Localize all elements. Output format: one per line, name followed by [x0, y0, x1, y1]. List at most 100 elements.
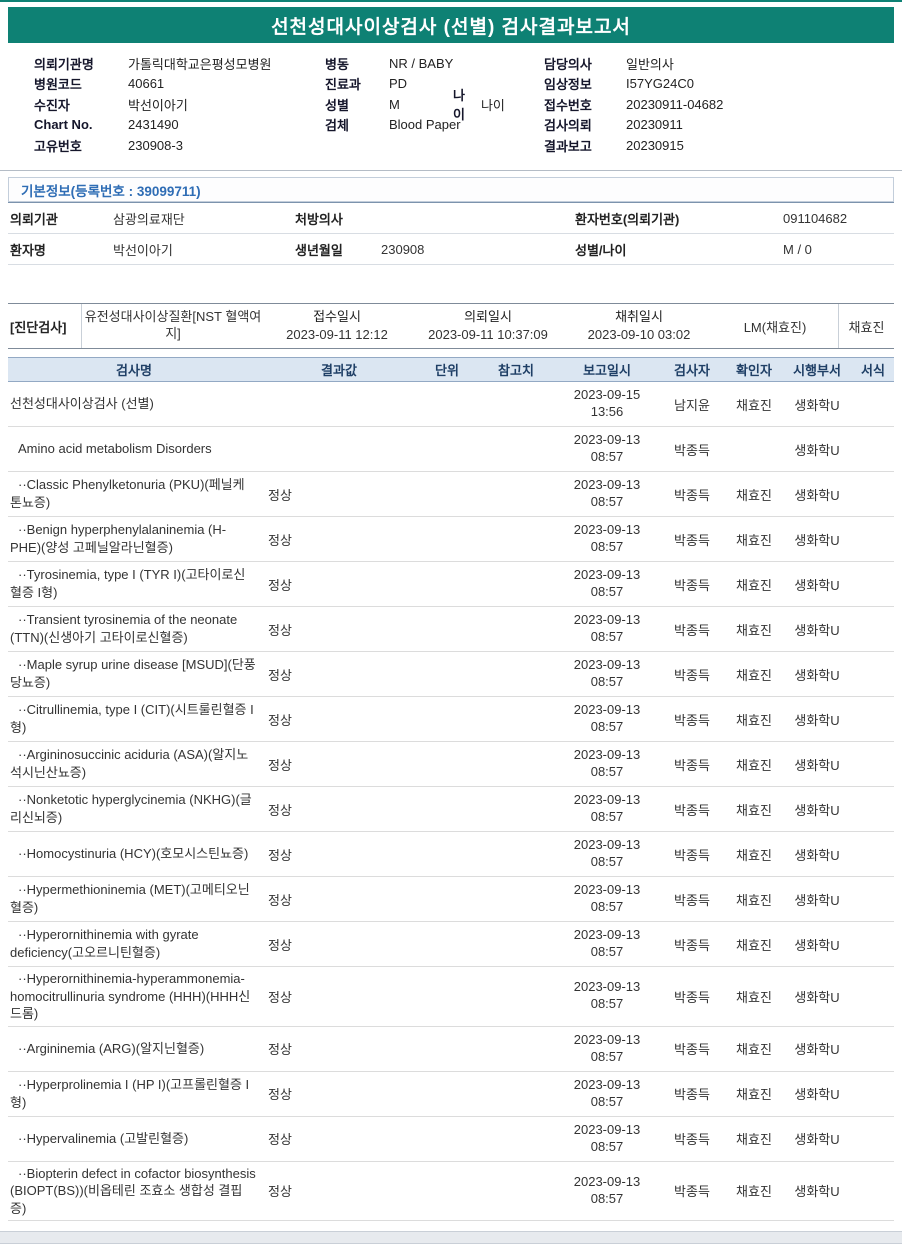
results-header-cell: 단위: [435, 363, 459, 378]
report-datetime-cell: 2023-09-13 08:57: [556, 927, 658, 961]
info-row: 고유번호 230908-3: [34, 136, 319, 155]
report-date: 2023-09-13: [573, 792, 641, 808]
collector-name: 채효진: [838, 304, 894, 348]
info-field-value: 박선이아기: [128, 97, 188, 113]
patient-info-middle-column: 병동 NR / BABY 진료과 PD 성별 M 나이 나이 검체 Blood Paper: [319, 52, 544, 156]
test-name-cell: ··Argininosuccinic aciduria (ASA)(알지노석시닌…: [10, 747, 249, 780]
report-date: 2023-09-13: [573, 882, 641, 898]
info-field-label: 임상정보: [544, 77, 592, 92]
basic-field-label: 환자명: [10, 242, 46, 258]
test-name-cell: 선천성대사이상검사 (선별): [10, 396, 154, 412]
result-value-cell: 정상: [268, 937, 292, 953]
test-name-cell: ··Nonketotic hyperglycinemia (NKHG)(글리신뇌…: [10, 792, 252, 825]
basic-field-value: 박선이아기: [113, 242, 173, 258]
patient-info-right-column: 담당의사 일반의사 임상정보 I57YG24C0 접수번호 20230911-04682 검…: [544, 52, 894, 156]
patient-info-left-column: 의뢰기관명 가톨릭대학교은평성모병원 병원코드 40661 수진자 박선이아기 Chart …: [34, 52, 319, 156]
confirmer-cell: 채효진: [736, 892, 772, 908]
department-cell: 생화학U: [794, 847, 840, 863]
result-value-cell: 정상: [268, 667, 292, 683]
info-field-value: 2431490: [128, 117, 179, 132]
report-datetime-cell: 2023-09-13 08:57: [556, 1174, 658, 1208]
result-value-cell: 정상: [268, 487, 292, 503]
basic-field-label: 성별/나이: [575, 242, 627, 258]
test-name-cell: ··Transient tyrosinemia of the neonate (…: [10, 612, 238, 645]
report-time: 08:57: [590, 674, 624, 689]
info-field-label: 수진자: [34, 97, 70, 113]
department-cell: 생화학U: [794, 892, 840, 908]
department-cell: 생화학U: [794, 989, 840, 1005]
request-value: 2023-09-11 10:37:09: [428, 327, 548, 342]
results-table: 검사명 결과값 단위 참고치 보고일시 검사자 확인자 시행부서 서식 선천성대사이상검사 (선별…: [8, 357, 894, 1222]
basic-field-value: 삼광의료재단: [113, 211, 185, 227]
info-row: 담당의사 일반의사: [544, 54, 894, 73]
results-row: ··Citrullinemia, type I (CIT)(시트룰린혈증 I형)…: [8, 697, 894, 742]
info-field-label: 검체: [325, 118, 349, 133]
info-field-value: NR / BABY: [389, 55, 454, 71]
report-datetime-cell: 2023-09-15 13:56: [556, 387, 658, 421]
confirmer-cell: 채효진: [736, 1042, 772, 1058]
result-value-cell: 정상: [268, 757, 292, 773]
results-header-cell: 결과값: [321, 363, 357, 378]
report-datetime-cell: 2023-09-13 08:57: [556, 1032, 658, 1066]
collection-value: 2023-09-10 03:02: [587, 327, 691, 342]
basic-info-row: 환자명 박선이아기 생년월일 230908 성별/나이 M / 0: [8, 234, 894, 265]
top-accent-rule: [0, 0, 902, 2]
department-cell: 생화학U: [794, 802, 840, 818]
results-row: ··Hypermethioninemia (MET)(고메티오닌혈증) 정상 202…: [8, 877, 894, 922]
test-name-cell: ··Citrullinemia, type I (CIT)(시트룰린혈증 I형): [10, 702, 254, 735]
tester-cell: 박종득: [674, 989, 710, 1005]
report-datetime-cell: 2023-09-13 08:57: [556, 702, 658, 736]
result-value-cell: 정상: [268, 1184, 292, 1200]
test-name-cell: ··Hypermethioninemia (MET)(고메티오닌혈증): [10, 882, 250, 915]
basic-info-row: 의뢰기관 삼광의료재단 처방의사 환자번호(의뢰기관) 091104682: [8, 203, 894, 234]
confirmer-cell: 채효진: [736, 757, 772, 773]
result-value-cell: 정상: [268, 1042, 292, 1058]
report-time: 08:57: [590, 719, 624, 734]
results-header-row: 검사명 결과값 단위 참고치 보고일시 검사자 확인자 시행부서 서식: [8, 357, 894, 382]
department-cell: 생화학U: [794, 757, 840, 773]
confirmer-cell: 채효진: [736, 802, 772, 818]
department-cell: 생화학U: [794, 442, 840, 458]
report-date: 2023-09-13: [573, 1076, 641, 1092]
test-name-cell: ··Biopterin defect in cofactor biosynthe…: [10, 1165, 256, 1216]
result-value-cell: 정상: [268, 712, 292, 728]
report-title: 선천성대사이상검사 (선별) 검사결과보고서: [8, 7, 894, 43]
report-datetime-cell: 2023-09-13 08:57: [556, 567, 658, 601]
info-field-value: 20230915: [626, 137, 684, 153]
report-time: 08:57: [590, 449, 624, 464]
tester-cell: 박종득: [674, 892, 710, 908]
info-field-label: 접수번호: [544, 97, 592, 113]
confirmer-cell: 채효진: [736, 1132, 772, 1148]
tester-cell: 박종득: [674, 1184, 710, 1200]
confirmer-cell: 채효진: [736, 667, 772, 683]
basic-field-label: 환자번호(의뢰기관): [575, 211, 680, 227]
report-datetime-cell: 2023-09-13 08:57: [556, 432, 658, 466]
report-datetime-cell: 2023-09-13 08:57: [556, 612, 658, 646]
tester-cell: 박종득: [674, 622, 710, 638]
results-row: ··Tyrosinemia, type I (TYR I)(고타이로신혈증 I형…: [8, 562, 894, 607]
basic-field-label: 의뢰기관: [10, 211, 58, 227]
confirmer-cell: 채효진: [736, 1184, 772, 1200]
report-datetime-cell: 2023-09-13 08:57: [556, 477, 658, 511]
report-date: 2023-09-13: [573, 837, 641, 853]
confirmer-cell: 채효진: [736, 622, 772, 638]
tester-cell: 박종득: [674, 802, 710, 818]
report-time: 08:57: [590, 854, 624, 869]
info-field-label: 담당의사: [544, 56, 592, 72]
report-time: 08:57: [590, 494, 624, 509]
info-row: 검사의뢰 20230911: [544, 115, 894, 134]
info-field-value: PD: [389, 76, 408, 91]
result-value-cell: 정상: [268, 847, 292, 863]
tester-cell: 박종득: [674, 847, 710, 863]
info-row: Chart No. 2431490: [34, 115, 319, 134]
lm-collector: LM(채효진): [743, 319, 807, 335]
test-name-cell: ··Hyperornithinemia-hyperammonemia-homoc…: [10, 971, 251, 1022]
info-row: 수진자 박선이아기: [34, 95, 319, 114]
info-row: 의뢰기관명 가톨릭대학교은평성모병원: [34, 54, 319, 73]
info-field-value: 가톨릭대학교은평성모병원: [128, 56, 272, 72]
result-value-cell: 정상: [268, 622, 292, 638]
report-date: 2023-09-13: [573, 567, 641, 583]
confirmer-cell: 채효진: [736, 847, 772, 863]
department-cell: 생화학U: [794, 622, 840, 638]
report-datetime-cell: 2023-09-13 08:57: [556, 792, 658, 826]
